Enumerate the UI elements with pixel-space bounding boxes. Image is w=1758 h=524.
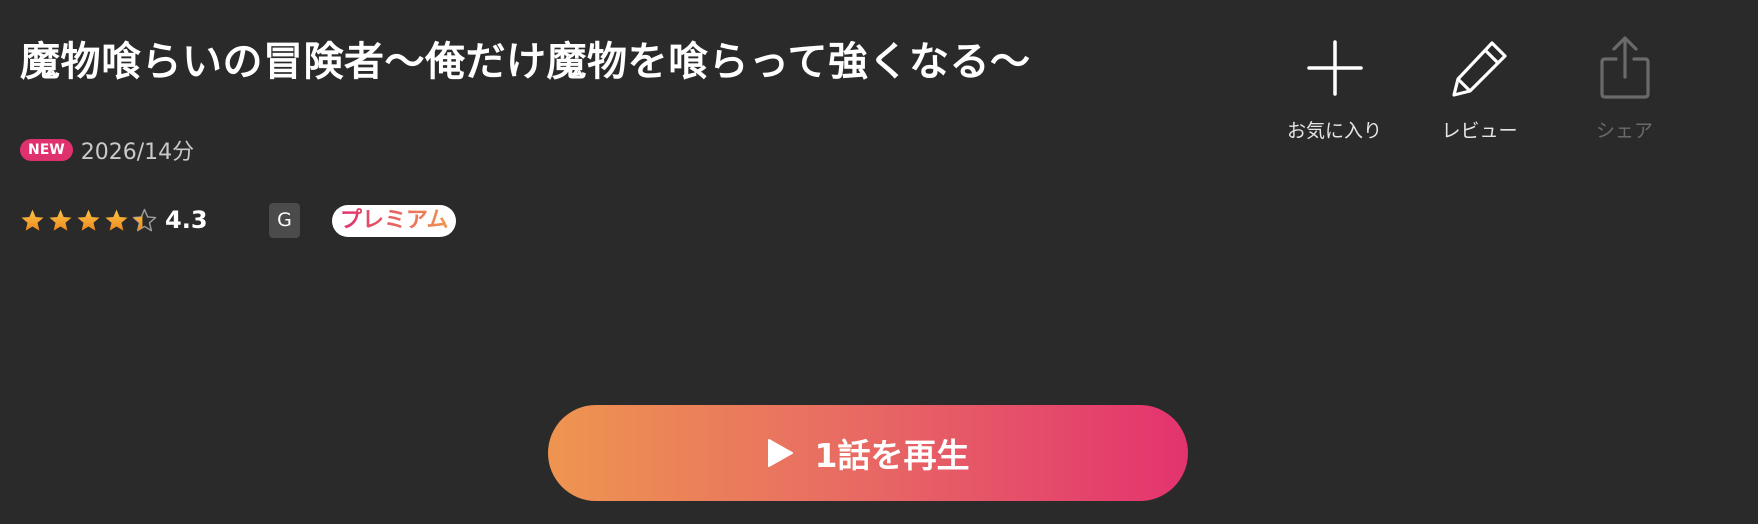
favorite-button[interactable]: お気に入り [1262, 32, 1407, 143]
title-detail-page: 魔物喰らいの冒険者〜俺だけ魔物を喰らって強くなる〜 NEW 2026/14分 4… [0, 0, 1758, 524]
star-icon [21, 209, 44, 231]
premium-badge-text: プレミアム [340, 208, 449, 233]
half-star-icon [132, 208, 157, 231]
page-title: 魔物喰らいの冒険者〜俺だけ魔物を喰らって強くなる〜 [20, 39, 1031, 85]
review-label: レビュー [1441, 120, 1518, 142]
play-episode-button[interactable]: 1話を再生 [548, 405, 1188, 501]
star-icon [105, 209, 128, 231]
premium-badge: プレミアム [332, 205, 457, 237]
rating-row: 4.3 [20, 200, 208, 240]
favorite-label: お気に入り [1286, 120, 1382, 142]
play-button-label: 1話を再生 [814, 436, 970, 475]
rating-value: 4.3 [165, 206, 208, 234]
plus-icon [1303, 32, 1367, 104]
review-button[interactable]: レビュー [1407, 32, 1552, 143]
star-icon [77, 209, 100, 231]
share-icon [1593, 32, 1657, 104]
star-icon [49, 209, 72, 231]
action-bar: お気に入り レビュー シェア [1262, 32, 1697, 143]
pencil-icon [1448, 32, 1512, 104]
year-duration-text: 2026/14分 [80, 140, 195, 165]
meta-row: NEW 2026/14分 [20, 134, 194, 166]
age-rating-badge: G [269, 203, 300, 238]
play-icon [767, 439, 793, 467]
star-rating [20, 208, 157, 233]
share-label: シェア [1595, 120, 1653, 142]
new-badge: NEW [20, 139, 73, 161]
share-button[interactable]: シェア [1552, 32, 1697, 143]
